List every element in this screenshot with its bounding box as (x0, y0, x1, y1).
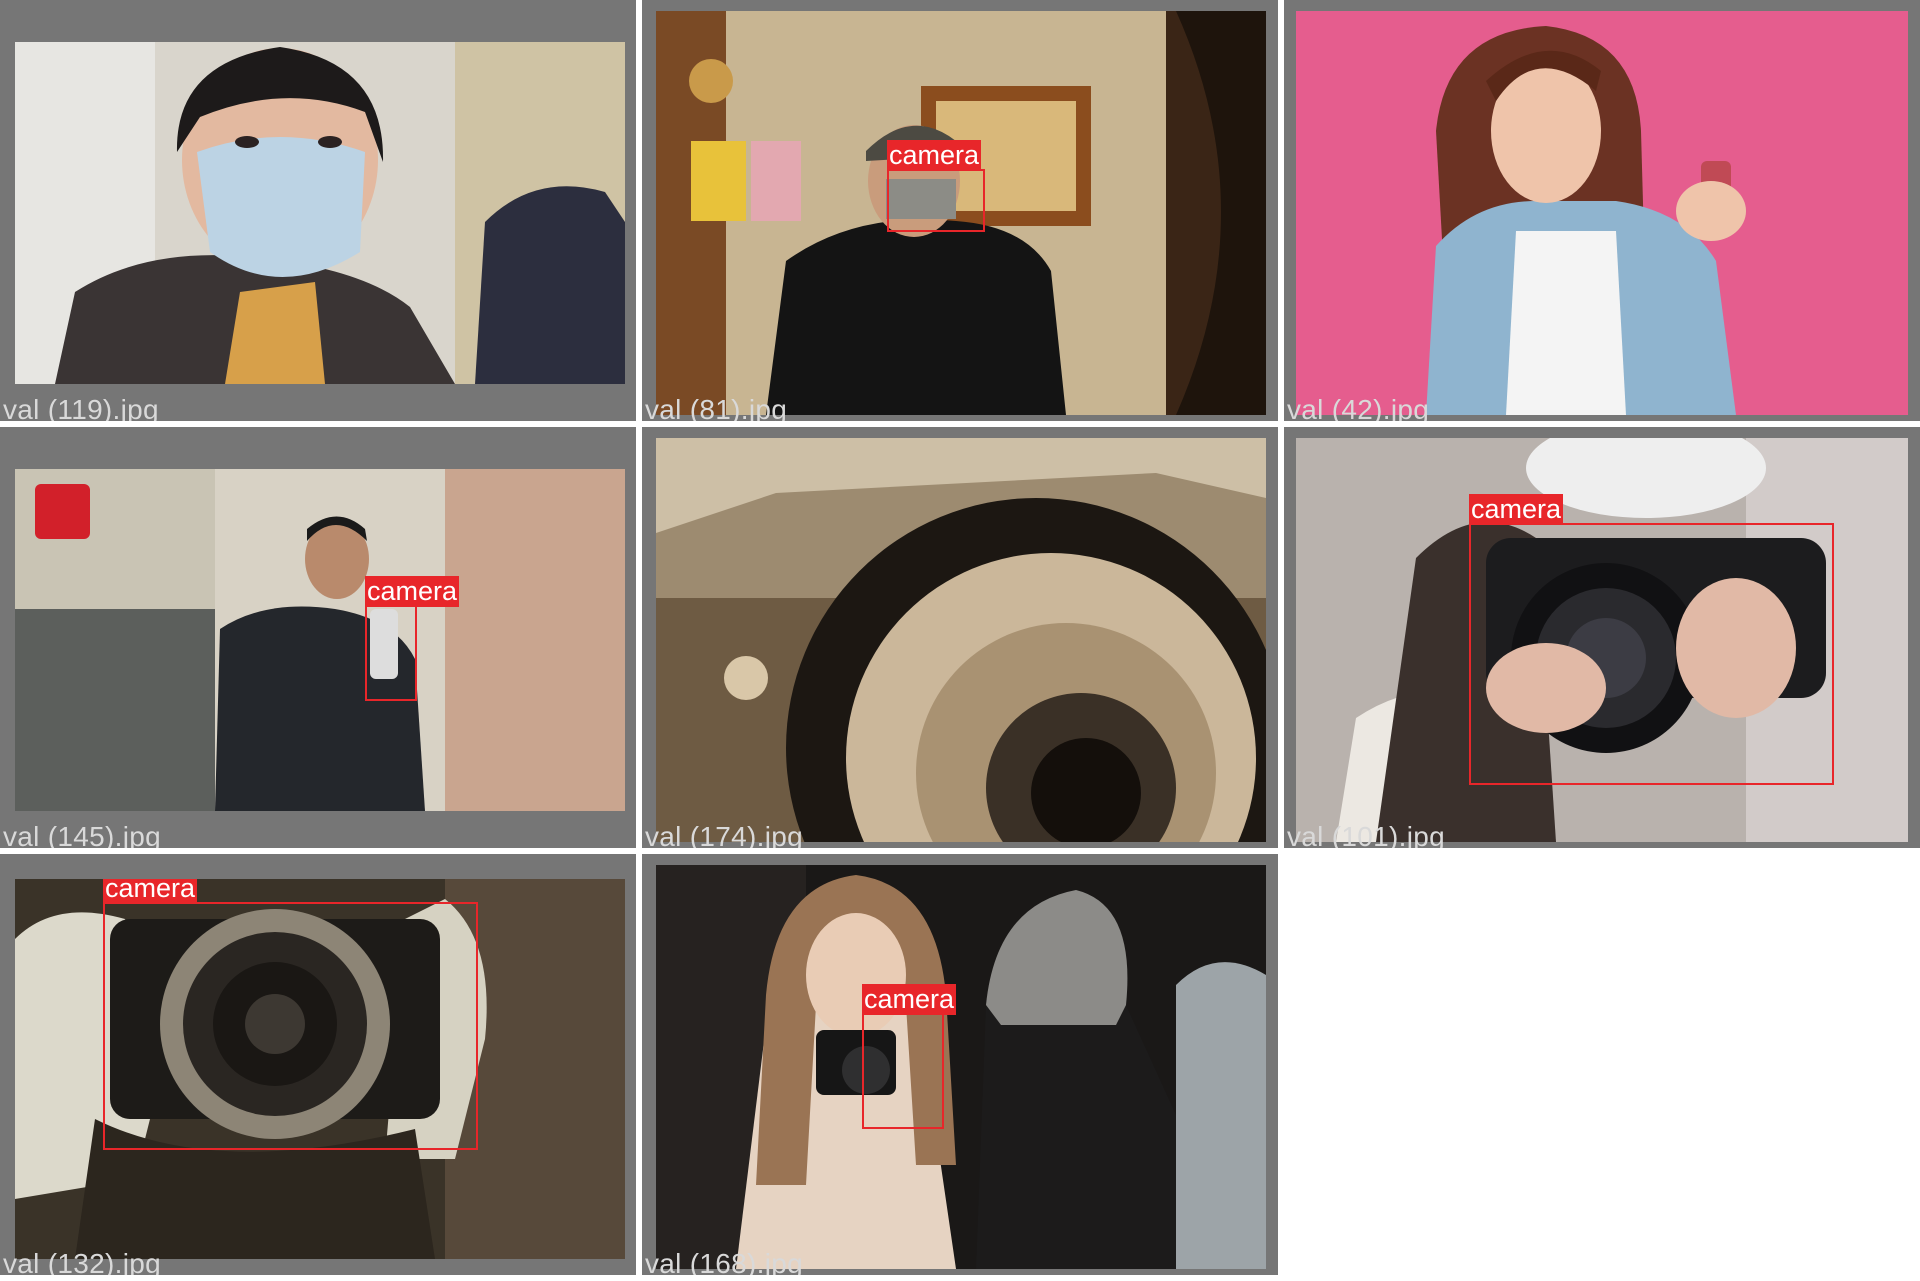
detection-box[interactable]: camera (365, 576, 460, 701)
detection-label: camera (365, 576, 460, 607)
image-filename: val (168).jpg (645, 1248, 803, 1275)
image-tile[interactable]: camera val (101).jpg (1284, 427, 1920, 848)
vintage-camera-photo (656, 438, 1266, 842)
photo (656, 438, 1266, 842)
image-tile[interactable]: val (119).jpg (0, 0, 636, 421)
detection-box[interactable]: camera (887, 140, 985, 232)
woman-with-phone-photo (1296, 11, 1908, 415)
image-filename: val (174).jpg (645, 821, 803, 848)
image-filename: val (81).jpg (645, 394, 788, 421)
photo (1296, 11, 1908, 415)
image-filename: val (42).jpg (1287, 394, 1430, 421)
image-grid: val (119).jpg camera val (81).jpg val (4… (0, 0, 1920, 1281)
image-tile[interactable]: val (174).jpg (642, 427, 1278, 848)
selfie-mirror-photo (15, 469, 625, 811)
image-tile[interactable]: camera val (145).jpg (0, 427, 636, 848)
photo: camera (15, 879, 625, 1259)
image-filename: val (101).jpg (1287, 821, 1445, 848)
image-filename: val (119).jpg (3, 394, 159, 421)
detection-box[interactable]: camera (862, 984, 957, 1129)
detection-box[interactable]: camera (103, 879, 478, 1150)
detection-label: camera (1469, 494, 1564, 525)
party-photographer-photo (656, 865, 1266, 1269)
detection-box[interactable]: camera (1469, 494, 1834, 785)
photo: camera (1296, 438, 1908, 842)
masked-person-photo (15, 42, 625, 384)
detection-label: camera (103, 879, 198, 904)
image-filename: val (132).jpg (3, 1248, 161, 1275)
image-tile[interactable]: val (42).jpg (1284, 0, 1920, 421)
image-tile[interactable]: camera val (132).jpg (0, 854, 636, 1275)
image-tile[interactable]: camera val (81).jpg (642, 0, 1278, 421)
photo: camera (656, 865, 1266, 1269)
detection-label: camera (862, 984, 957, 1015)
photo (15, 42, 625, 384)
detection-label: camera (887, 140, 982, 171)
photo: camera (15, 469, 625, 811)
image-tile[interactable]: camera val (168).jpg (642, 854, 1278, 1275)
image-filename: val (145).jpg (3, 821, 161, 848)
photo: camera (656, 11, 1266, 415)
